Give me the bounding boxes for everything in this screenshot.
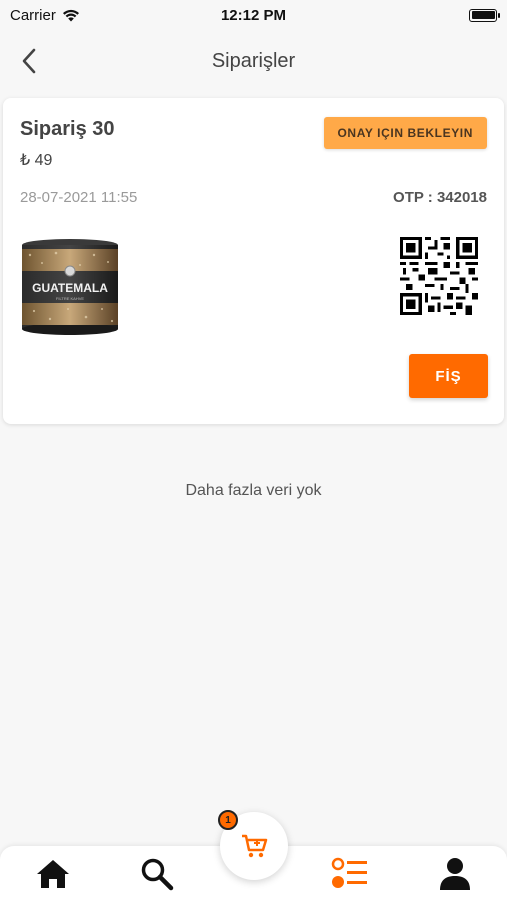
receipt-button[interactable]: FİŞ <box>409 354 488 398</box>
cart-count-badge: 1 <box>218 810 238 830</box>
product-label: GUATEMALA <box>32 281 108 295</box>
order-date: 28-07-2021 11:55 <box>20 189 138 206</box>
product-sublabel: FILTRE KAHVE <box>56 296 84 301</box>
order-card[interactable]: Sipariş 30 ₺ 49 ONAY IÇIN BEKLEYIN 28-07… <box>3 98 504 424</box>
empty-message: Daha fazla veri yok <box>185 482 322 499</box>
product-image: GUATEMALA FILTRE KAHVE <box>22 239 118 335</box>
header: Siparişler <box>0 36 507 86</box>
battery-icon <box>469 8 500 22</box>
page-title: Siparişler <box>211 49 296 72</box>
tab-search[interactable] <box>137 856 177 892</box>
status-left: Carrier <box>10 7 80 24</box>
status-bar: Carrier 12:12 PM <box>0 0 507 30</box>
cart-icon <box>242 834 268 858</box>
qr-code <box>400 237 478 315</box>
orders-list-icon <box>331 857 367 888</box>
otp-code: OTP : 342018 <box>393 189 487 206</box>
tab-home[interactable] <box>33 856 73 892</box>
cart-button[interactable]: 1 <box>218 810 288 880</box>
tab-orders[interactable] <box>330 856 370 892</box>
search-icon <box>141 858 174 891</box>
chevron-left-icon <box>22 48 36 74</box>
back-button[interactable] <box>16 46 44 76</box>
tab-profile[interactable] <box>435 856 475 892</box>
carrier-label: Carrier <box>10 6 56 24</box>
wifi-icon <box>62 9 79 21</box>
status-badge: ONAY IÇIN BEKLEYIN <box>323 117 487 149</box>
home-icon <box>37 860 69 888</box>
profile-icon <box>440 858 470 890</box>
order-price: ₺ 49 <box>20 152 53 169</box>
order-title: Sipariş 30 <box>20 118 115 140</box>
